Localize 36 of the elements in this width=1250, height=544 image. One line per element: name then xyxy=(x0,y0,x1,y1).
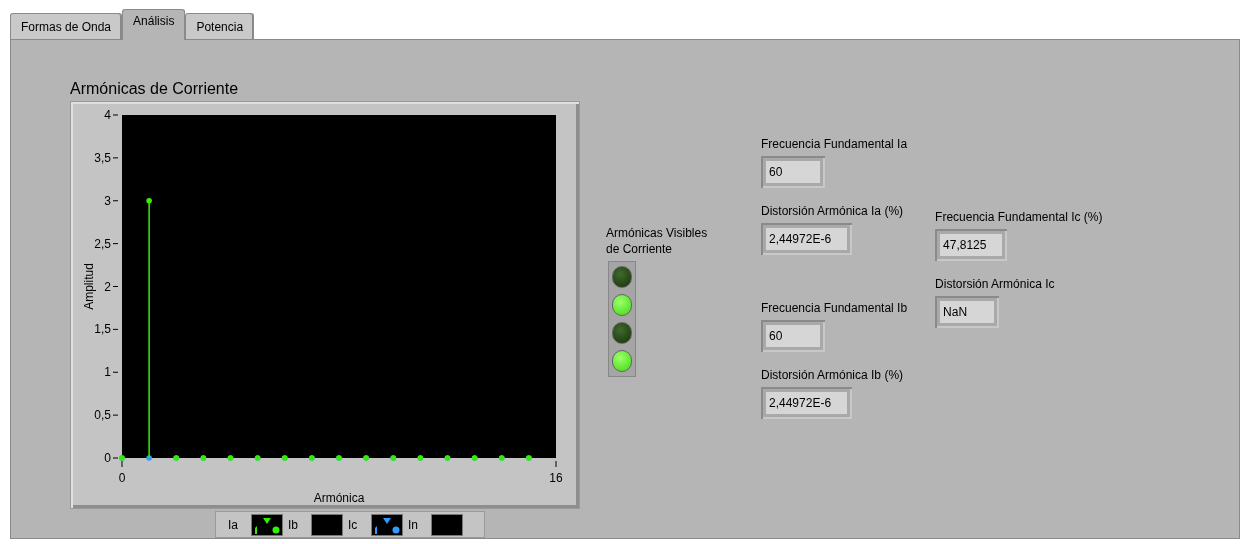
numeric-indicator: 47,8125 xyxy=(935,229,1008,261)
indicator-label: Distorsión Armónica Ic xyxy=(935,276,1055,293)
graph-title: Armónicas de Corriente xyxy=(70,79,240,99)
y-tick-label: 0 xyxy=(104,451,111,465)
y-tick-label: 1 xyxy=(104,365,111,380)
legend-label: Ia xyxy=(228,516,239,534)
numeric-indicator: 2,44972E-6 xyxy=(761,223,853,255)
y-tick-label: 1,5 xyxy=(94,322,111,337)
legend-label: Ib xyxy=(288,516,299,534)
numeric-indicator: 2,44972E-6 xyxy=(761,387,853,419)
tab[interactable]: Potencia xyxy=(185,13,255,39)
indicator-label: Distorsión Armónica Ia (%) xyxy=(761,203,904,220)
indicator-label: Frecuencia Fundamental Ia xyxy=(761,136,908,153)
y-axis-title: Amplitud xyxy=(82,263,96,310)
indicator-label: Frecuencia Fundamental Ic (%) xyxy=(935,209,1103,226)
tab[interactable]: Análisis xyxy=(122,9,186,40)
y-tick-label: 2 xyxy=(104,279,111,294)
numeric-indicator: 60 xyxy=(761,320,825,352)
y-tick-label: 3,5 xyxy=(94,150,111,165)
legend-label: In xyxy=(408,516,419,534)
y-tick-label: 2,5 xyxy=(94,236,111,251)
numeric-indicator: NaN xyxy=(935,296,1000,328)
led-array-label: Armónicas Visibles de Corriente xyxy=(606,225,709,257)
y-tick-label: 3 xyxy=(104,193,111,208)
numeric-indicator: 60 xyxy=(761,156,825,188)
x-axis-title: Armónica xyxy=(313,491,365,505)
x-tick-label: 16 xyxy=(549,471,563,485)
indicator-label: Distorsión Armónica Ib (%) xyxy=(761,367,904,384)
plot-swatch[interactable] xyxy=(431,513,463,536)
y-tick-label: 4 xyxy=(104,108,111,122)
legend-label: Ic xyxy=(348,516,359,534)
indicator-label: Frecuencia Fundamental Ib xyxy=(761,300,908,317)
x-tick-label: 0 xyxy=(118,471,126,485)
y-tick-label: 0,5 xyxy=(94,408,111,423)
plot-swatch[interactable] xyxy=(311,513,343,536)
tab[interactable]: Formas de Onda xyxy=(10,13,123,39)
